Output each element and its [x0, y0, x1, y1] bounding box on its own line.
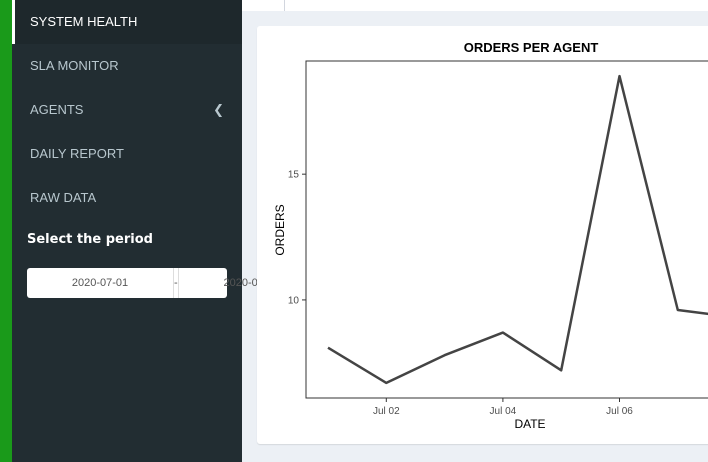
chart-title: ORDERS PER AGENT: [464, 40, 599, 55]
x-tick-label: Jul 02: [373, 406, 400, 417]
x-tick-label: Jul 06: [606, 406, 633, 417]
sidebar-item-raw-data[interactable]: RAW DATA: [12, 176, 242, 220]
period-label: Select the period: [27, 232, 153, 247]
plot-panel: [305, 60, 708, 399]
x-tick-label: Jul 04: [490, 406, 517, 417]
sidebar-item-label: AGENTS: [30, 102, 84, 117]
sidebar-item-label: SLA MONITOR: [30, 58, 119, 73]
date-range-input: -: [27, 268, 325, 298]
sidebar-item-daily-report[interactable]: DAILY REPORT: [12, 132, 242, 176]
y-tick-label: 15: [288, 170, 300, 181]
top-bar-divider: [284, 0, 285, 11]
y-axis-label: ORDERS: [273, 204, 287, 255]
series-line: [327, 74, 708, 385]
sidebar-item-system-health[interactable]: SYSTEM HEALTH: [12, 0, 242, 44]
accent-bar: [0, 0, 12, 462]
sidebar-item-label: RAW DATA: [30, 190, 97, 205]
sidebar: SYSTEM HEALTH SLA MONITOR AGENTS ❮ DAILY…: [12, 0, 325, 462]
chart-card: ORDERS PER AGENT 10 15 Jul 02 Jul 04 Jul 06…: [257, 26, 708, 444]
chevron-left-icon: ❮: [213, 102, 224, 117]
x-axis-label: DATE: [514, 417, 545, 431]
sidebar-item-label: SYSTEM HEALTH: [30, 14, 138, 29]
orders-chart: ORDERS PER AGENT 10 15 Jul 02 Jul 04 Jul 06…: [273, 40, 708, 431]
sidebar-item-label: DAILY REPORT: [30, 146, 124, 161]
sidebar-item-sla-monitor[interactable]: SLA MONITOR: [12, 44, 242, 88]
date-start-input[interactable]: [27, 268, 173, 298]
x-axis: Jul 02 Jul 04 Jul 06: [373, 398, 633, 417]
sidebar-item-agents[interactable]: AGENTS ❮: [12, 88, 242, 132]
top-bar: [242, 0, 708, 11]
y-tick-label: 10: [288, 295, 300, 306]
y-axis: 10 15: [288, 170, 306, 306]
